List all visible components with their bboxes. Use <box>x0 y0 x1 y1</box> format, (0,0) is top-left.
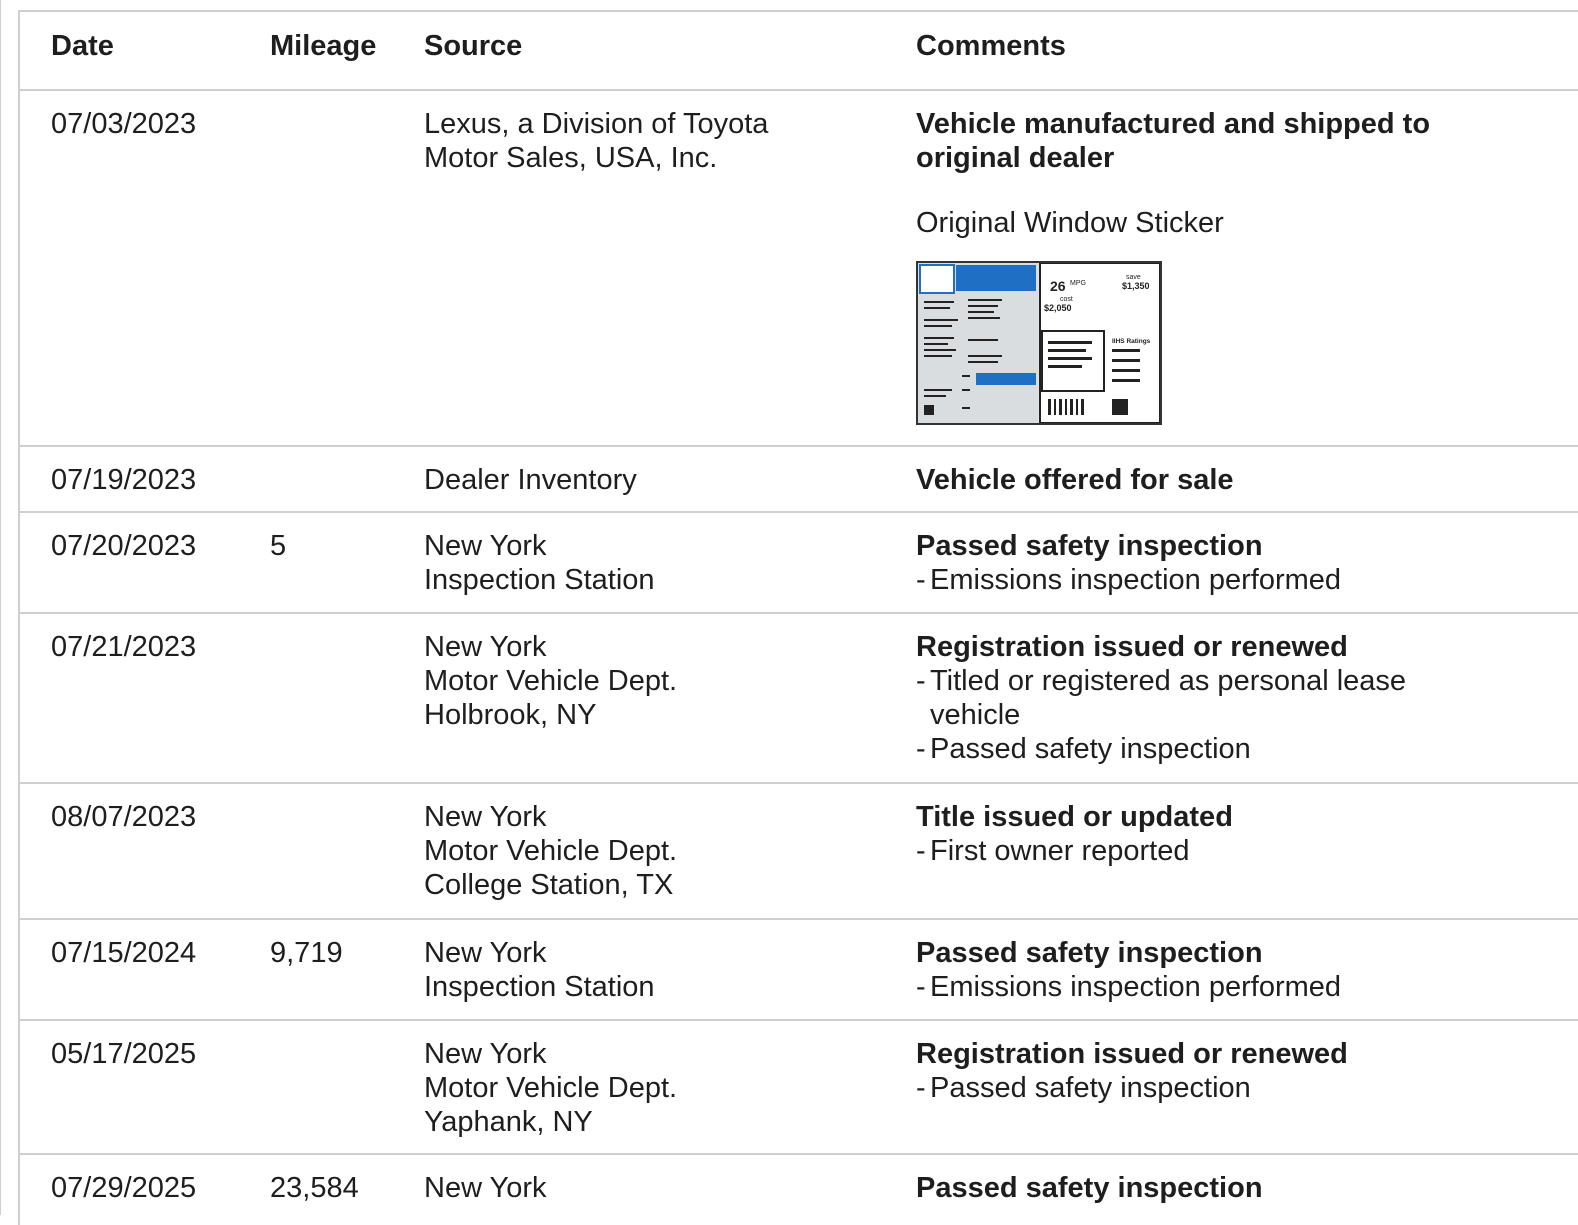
row-comments: Vehicle offered for sale <box>916 463 1536 497</box>
table-row: 07/20/2023 5 New York Inspection Station… <box>20 513 1578 614</box>
row-comments: Title issued or updated - First owner rep… <box>916 800 1536 868</box>
row-source: Lexus, a Division of Toyota Motor Sales,… <box>424 107 894 175</box>
row-date: 07/03/2023 <box>51 108 197 140</box>
comment-title: Passed safety inspection <box>916 530 1263 562</box>
source-line: Inspection Station <box>424 564 655 596</box>
comment-title: Passed safety inspection <box>916 937 1263 969</box>
source-line: Holbrook, NY <box>424 699 597 731</box>
row-source: New York <box>424 1171 894 1205</box>
sticker-save-label: save <box>1126 274 1141 281</box>
row-mileage: 9,719 <box>270 937 343 969</box>
row-date: 07/29/2025 <box>51 1172 197 1204</box>
source-line: Motor Vehicle Dept. <box>424 665 678 697</box>
comment-bullet: - Passed safety inspection <box>916 1072 1251 1104</box>
row-source: Dealer Inventory <box>424 463 894 497</box>
header-comments: Comments <box>916 30 1066 62</box>
window-sticker-image: 26 MPG save $1,350 cost $2,050 IIHS Rati… <box>918 262 1161 424</box>
comment-title: Title issued or updated <box>916 801 1233 833</box>
source-line: Dealer Inventory <box>424 464 637 496</box>
row-comments: Passed safety inspection - Emissions insp… <box>916 936 1536 1004</box>
row-date: 07/15/2024 <box>51 937 197 969</box>
comment-bullet: - Passed safety inspection <box>916 733 1251 765</box>
comment-title: Passed safety inspection <box>916 1172 1263 1204</box>
source-line: College Station, TX <box>424 869 674 901</box>
row-date: 05/17/2025 <box>51 1038 197 1070</box>
table-row: 07/15/2024 9,719 New York Inspection Sta… <box>20 920 1578 1021</box>
row-comments: Registration issued or renewed - Titled o… <box>916 630 1476 766</box>
source-line: Inspection Station <box>424 971 655 1003</box>
table-row: 05/17/2025 New York Motor Vehicle Dept. … <box>20 1021 1578 1155</box>
row-comments: Passed safety inspection <box>916 1171 1536 1205</box>
comment-bullet: - Titled or registered as personal lease … <box>916 665 1407 731</box>
row-mileage: 5 <box>270 530 287 562</box>
header-date: Date <box>51 30 114 62</box>
row-comments: Passed safety inspection - Emissions insp… <box>916 529 1536 597</box>
row-date: 07/20/2023 <box>51 530 197 562</box>
source-line: Motor Vehicle Dept. <box>424 835 678 867</box>
comment-bullet: - First owner reported <box>916 835 1190 867</box>
row-date: 08/07/2023 <box>51 801 197 833</box>
window-sticker-thumbnail[interactable]: 26 MPG save $1,350 cost $2,050 IIHS Rati… <box>916 261 1162 425</box>
window-sticker-label: Original Window Sticker <box>916 207 1224 239</box>
source-line: New York <box>424 801 547 833</box>
sticker-ratings-label: IIHS Ratings <box>1112 338 1151 345</box>
sticker-cost-label: cost <box>1060 296 1073 303</box>
source-line: Motor Sales, USA, Inc. <box>424 142 718 174</box>
sticker-cost-amount: $2,050 <box>1044 303 1072 313</box>
row-source: New York Inspection Station <box>424 936 894 1004</box>
table-header: Date Mileage Source Comments <box>20 12 1578 91</box>
comment-title: Vehicle offered for sale <box>916 464 1234 496</box>
header-source: Source <box>424 30 523 62</box>
header-mileage: Mileage <box>270 30 377 62</box>
table-row: 08/07/2023 New York Motor Vehicle Dept. … <box>20 784 1578 920</box>
sticker-mpg: 26 <box>1050 278 1066 294</box>
source-line: New York <box>424 1038 547 1070</box>
source-line: Lexus, a Division of Toyota <box>424 108 769 140</box>
source-line: New York <box>424 631 547 663</box>
comment-bullet: - Emissions inspection performed <box>916 564 1342 596</box>
table-row: 07/03/2023 Lexus, a Division of Toyota M… <box>20 91 1578 447</box>
comment-title: Vehicle manufactured and shipped to orig… <box>916 108 1431 174</box>
row-date: 07/21/2023 <box>51 631 197 663</box>
row-source: New York Inspection Station <box>424 529 894 597</box>
table-row: 07/21/2023 New York Motor Vehicle Dept. … <box>20 614 1578 784</box>
row-source: New York Motor Vehicle Dept. Yaphank, NY <box>424 1037 894 1139</box>
row-comments: Registration issued or renewed - Passed s… <box>916 1037 1536 1105</box>
source-line: New York <box>424 937 547 969</box>
row-source: New York Motor Vehicle Dept. Holbrook, N… <box>424 630 894 732</box>
sticker-save-amount: $1,350 <box>1122 281 1150 291</box>
left-frame-line <box>0 0 1 1215</box>
row-date: 07/19/2023 <box>51 464 197 496</box>
row-comments: Vehicle manufactured and shipped to orig… <box>916 107 1476 425</box>
row-source: New York Motor Vehicle Dept. College Sta… <box>424 800 894 902</box>
source-line: Yaphank, NY <box>424 1106 593 1138</box>
comment-title: Registration issued or renewed <box>916 1038 1348 1070</box>
row-mileage: 23,584 <box>270 1172 359 1204</box>
source-line: Motor Vehicle Dept. <box>424 1072 678 1104</box>
table-row: 07/19/2023 Dealer Inventory Vehicle offe… <box>20 447 1578 513</box>
source-line: New York <box>424 530 547 562</box>
source-line: New York <box>424 1172 547 1204</box>
comment-title: Registration issued or renewed <box>916 631 1348 663</box>
comment-bullet: - Emissions inspection performed <box>916 971 1342 1003</box>
sticker-mpg-unit: MPG <box>1070 280 1086 287</box>
vehicle-history-table: Date Mileage Source Comments 07/03/2023 … <box>18 10 1578 1225</box>
